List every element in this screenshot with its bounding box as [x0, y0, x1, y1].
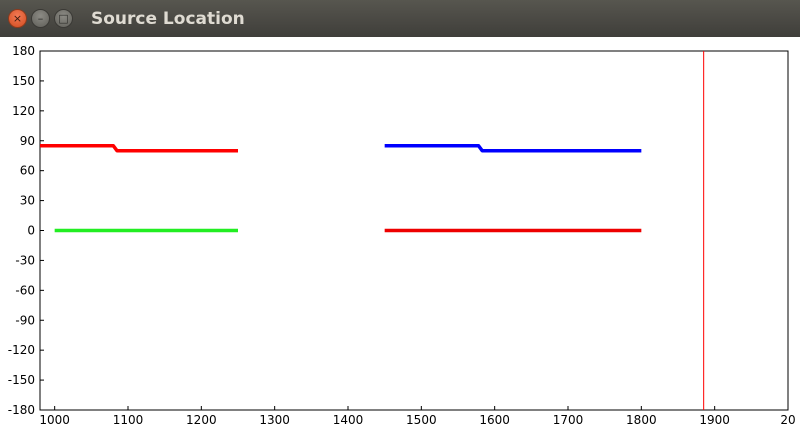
maximize-button[interactable]: □ [54, 9, 73, 28]
x-tick-label: 1800 [626, 413, 657, 427]
y-tick-label: 30 [20, 194, 35, 208]
x-tick-label: 20 [780, 413, 795, 427]
x-tick-label: 1200 [186, 413, 217, 427]
plot-area[interactable]: 180 150 120 90 60 30 0 -30 -60 -90 -120 -150 -180 100… [0, 37, 800, 437]
x-tick-label: 1900 [699, 413, 730, 427]
y-tick-label: 180 [12, 44, 35, 58]
x-tick-label: 1700 [553, 413, 584, 427]
y-tick-label: 150 [12, 74, 35, 88]
y-tick-label: 90 [20, 134, 35, 148]
y-tick-label: -150 [8, 373, 35, 387]
y-tick-label: -30 [15, 253, 35, 267]
x-tick-label: 1100 [113, 413, 144, 427]
x-tick-label: 1300 [259, 413, 290, 427]
window-titlebar[interactable]: × – □ Source Location [0, 0, 800, 37]
minimize-button[interactable]: – [31, 9, 50, 28]
y-tick-label: -180 [8, 403, 35, 417]
x-tick-label: 1600 [479, 413, 510, 427]
y-tick-label: 60 [20, 164, 35, 178]
y-tick-label: -120 [8, 343, 35, 357]
y-tick-label: -90 [15, 313, 35, 327]
window-controls: × – □ [8, 9, 73, 28]
x-tick-label: 1000 [39, 413, 70, 427]
window-title: Source Location [91, 8, 245, 29]
y-tick-label: -60 [15, 283, 35, 297]
y-tick-label: 120 [12, 104, 35, 118]
y-tick-label: 0 [27, 224, 35, 238]
x-tick-label: 1400 [333, 413, 364, 427]
close-button[interactable]: × [8, 9, 27, 28]
source-location-chart[interactable]: 180 150 120 90 60 30 0 -30 -60 -90 -120 -150 -180 100… [0, 37, 800, 437]
x-tick-label: 1500 [406, 413, 437, 427]
